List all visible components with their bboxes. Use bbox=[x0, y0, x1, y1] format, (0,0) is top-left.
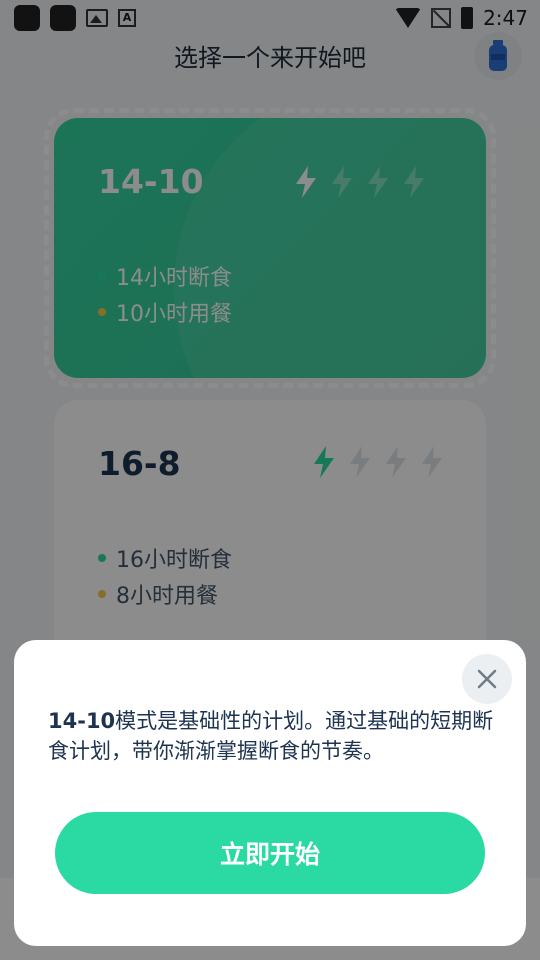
start-now-button[interactable]: 立即开始 bbox=[55, 812, 485, 894]
plan-description-name: 14-10 bbox=[48, 709, 116, 733]
plan-description-text: 模式是基础性的计划。通过基础的短期断食计划，带你渐渐掌握断食的节奏。 bbox=[48, 709, 494, 763]
close-icon bbox=[477, 669, 497, 689]
plan-description: 14-10模式是基础性的计划。通过基础的短期断食计划，带你渐渐掌握断食的节奏。 bbox=[48, 706, 498, 766]
close-button[interactable] bbox=[462, 654, 512, 704]
plan-info-dialog: 14-10模式是基础性的计划。通过基础的短期断食计划，带你渐渐掌握断食的节奏。 … bbox=[14, 640, 526, 946]
